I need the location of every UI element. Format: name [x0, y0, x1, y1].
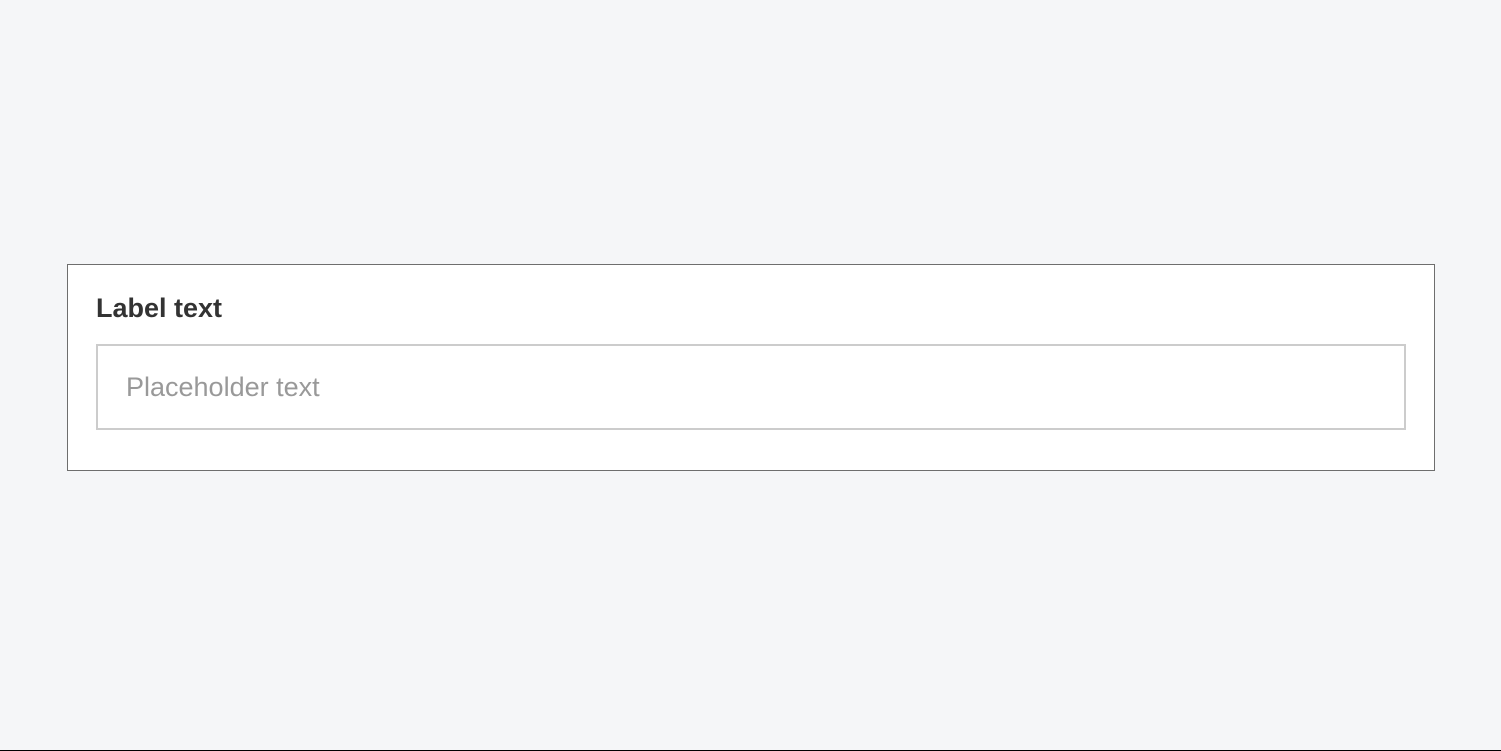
form-field-container: Label text	[67, 264, 1435, 471]
field-label: Label text	[96, 293, 1406, 324]
text-input[interactable]	[96, 344, 1406, 430]
